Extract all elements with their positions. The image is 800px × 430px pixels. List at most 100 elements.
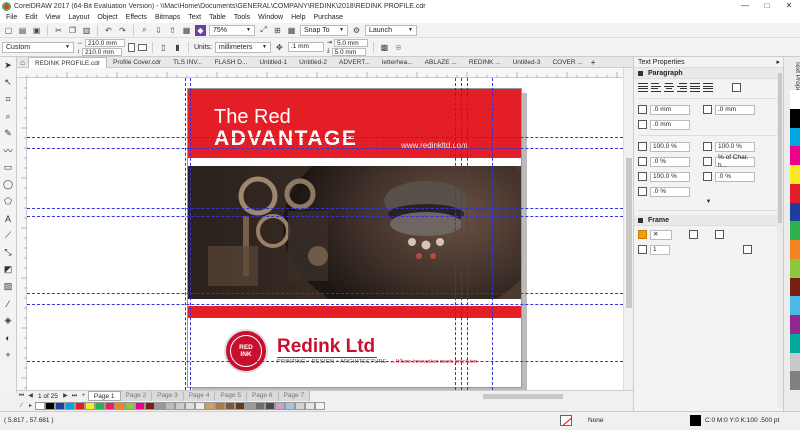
palette-swatch[interactable] bbox=[790, 165, 800, 184]
palette-swatch[interactable] bbox=[790, 90, 800, 109]
align-none-icon[interactable] bbox=[638, 83, 648, 92]
tribal-portrait-photo[interactable] bbox=[188, 166, 521, 299]
color-swatch[interactable] bbox=[45, 402, 55, 410]
frame-background-icon[interactable] bbox=[638, 230, 647, 239]
search-content-icon[interactable]: ⌕ bbox=[139, 25, 150, 36]
space-after-input[interactable]: 100.0 % bbox=[715, 141, 755, 152]
align-center-icon[interactable] bbox=[664, 83, 674, 92]
options-gear-icon[interactable]: ⚙ bbox=[351, 25, 362, 36]
justify-full-icon[interactable] bbox=[690, 83, 700, 92]
color-swatch[interactable] bbox=[85, 402, 95, 410]
transparency-icon[interactable]: ▨ bbox=[2, 280, 15, 293]
minimize-button[interactable]: — bbox=[734, 0, 756, 12]
launch-combo[interactable]: Launch ▼ bbox=[365, 24, 417, 36]
horizontal-scrollbar[interactable] bbox=[477, 390, 633, 401]
doc-tab[interactable]: REDINK PROFILE.cdr bbox=[28, 56, 108, 68]
menu-object[interactable]: Object bbox=[93, 12, 121, 23]
color-swatch[interactable] bbox=[305, 402, 315, 410]
force-justify-icon[interactable] bbox=[703, 83, 713, 92]
zoom-tool-icon[interactable]: ⌕ bbox=[2, 110, 15, 123]
first-line-indent-input[interactable]: .0 mm bbox=[650, 104, 690, 115]
language-spacing-input-2[interactable]: .0 % bbox=[650, 186, 690, 197]
color-swatch[interactable] bbox=[295, 402, 305, 410]
vertical-align-icon[interactable] bbox=[743, 245, 752, 254]
first-page-icon[interactable]: ⏮ bbox=[17, 392, 26, 401]
page-tab[interactable]: Page 6 bbox=[246, 391, 279, 401]
color-swatch[interactable] bbox=[315, 402, 325, 410]
right-indent-input[interactable]: .0 mm bbox=[650, 119, 690, 130]
outline-status[interactable]: C:0 M:0 Y:0 K:100 .500 pt bbox=[705, 417, 779, 424]
columns-icon[interactable] bbox=[715, 230, 724, 239]
menu-layout[interactable]: Layout bbox=[64, 12, 93, 23]
smart-fill-icon[interactable]: ◐ bbox=[2, 331, 15, 344]
color-swatch[interactable] bbox=[115, 402, 125, 410]
menu-tools[interactable]: Tools bbox=[230, 12, 254, 23]
color-swatch[interactable] bbox=[145, 402, 155, 410]
palette-swatch[interactable] bbox=[790, 371, 800, 390]
copy-icon[interactable]: ❐ bbox=[67, 25, 78, 36]
menu-effects[interactable]: Effects bbox=[122, 12, 151, 23]
doc-tab[interactable]: Untitled-2 bbox=[293, 57, 333, 68]
export-icon[interactable]: ⇧ bbox=[167, 25, 178, 36]
prev-page-icon[interactable]: ◀ bbox=[26, 392, 35, 401]
horizontal-ruler[interactable] bbox=[17, 68, 623, 78]
corel-connect-icon[interactable]: ◆ bbox=[195, 24, 206, 36]
eyedropper-icon[interactable]: ⁄ bbox=[2, 297, 15, 310]
page-tab[interactable]: Page 5 bbox=[215, 391, 247, 401]
color-swatch[interactable] bbox=[165, 402, 175, 410]
artistic-media-icon[interactable]: 〰 bbox=[2, 144, 15, 157]
word-spacing-input[interactable]: 100.0 % bbox=[650, 171, 690, 182]
color-swatch[interactable] bbox=[215, 402, 225, 410]
company-name[interactable]: Redink Ltd bbox=[277, 336, 375, 358]
portrait-icon[interactable] bbox=[128, 42, 135, 52]
color-swatch[interactable] bbox=[195, 402, 205, 410]
interactive-fill-icon[interactable]: ◈ bbox=[2, 314, 15, 327]
all-pages-icon[interactable]: ▯ bbox=[158, 42, 169, 53]
import-icon[interactable]: ⇩ bbox=[153, 25, 164, 36]
rectangle-tool-icon[interactable]: ▭ bbox=[2, 161, 15, 174]
red-footer-strip[interactable] bbox=[188, 306, 521, 318]
maximize-button[interactable]: □ bbox=[756, 0, 778, 12]
menu-file[interactable]: File bbox=[2, 12, 21, 23]
fill-none-icon[interactable] bbox=[560, 415, 572, 426]
horizontal-guideline[interactable] bbox=[27, 216, 623, 217]
palette-menu-icon[interactable]: ▸ bbox=[26, 402, 35, 411]
page-width-input[interactable]: 210.0 mm bbox=[85, 38, 125, 47]
palette-swatch[interactable] bbox=[790, 315, 800, 334]
polygon-tool-icon[interactable]: ⬠ bbox=[2, 195, 15, 208]
drop-shadow-icon[interactable]: ◩ bbox=[2, 263, 15, 276]
treat-as-filled-icon[interactable]: ▩ bbox=[379, 42, 390, 53]
show-rulers-icon[interactable]: ⊞ bbox=[272, 25, 283, 36]
left-indent-input[interactable]: .0 mm bbox=[715, 104, 755, 115]
add-plus-icon[interactable]: ⊕ bbox=[393, 42, 404, 53]
doc-tab[interactable]: Profile Cover.cdr bbox=[107, 57, 167, 68]
text-frame-icon[interactable] bbox=[689, 230, 698, 239]
page-height-input[interactable]: 210.0 mm bbox=[82, 47, 122, 56]
color-swatch[interactable] bbox=[245, 402, 255, 410]
color-swatch[interactable] bbox=[185, 402, 195, 410]
connector-tool-icon[interactable]: ⤡ bbox=[2, 246, 15, 259]
horizontal-guideline[interactable] bbox=[27, 137, 623, 138]
color-swatch[interactable] bbox=[235, 402, 245, 410]
show-more-chevron-icon[interactable]: ▼ bbox=[634, 198, 783, 206]
vertical-guideline[interactable] bbox=[455, 78, 456, 390]
doc-tab[interactable]: Untitled-1 bbox=[253, 57, 293, 68]
align-left-icon[interactable] bbox=[651, 83, 661, 92]
vertical-guideline[interactable] bbox=[492, 78, 493, 390]
frame-section-header[interactable]: Frame bbox=[634, 215, 783, 226]
horizontal-guideline[interactable] bbox=[27, 208, 623, 209]
page-size-combo[interactable]: Custom ▼ bbox=[2, 41, 74, 53]
language-spacing-input[interactable]: .0 % bbox=[715, 171, 755, 182]
vertical-guideline[interactable] bbox=[190, 78, 191, 390]
horizontal-guideline[interactable] bbox=[27, 148, 623, 149]
shape-tool-icon[interactable]: ↖ bbox=[2, 76, 15, 89]
palette-swatch[interactable] bbox=[790, 108, 800, 128]
color-swatch[interactable] bbox=[155, 402, 165, 410]
add-page-icon[interactable]: + bbox=[79, 392, 88, 401]
new-document-icon[interactable]: ▢ bbox=[3, 25, 14, 36]
duplicate-x-input[interactable]: 5.0 mm bbox=[333, 38, 368, 47]
palette-swatch[interactable] bbox=[790, 221, 800, 240]
publish-pdf-icon[interactable]: ▦ bbox=[181, 25, 192, 36]
paragraph-section-header[interactable]: Paragraph bbox=[634, 68, 783, 79]
palette-swatch[interactable] bbox=[790, 183, 800, 203]
